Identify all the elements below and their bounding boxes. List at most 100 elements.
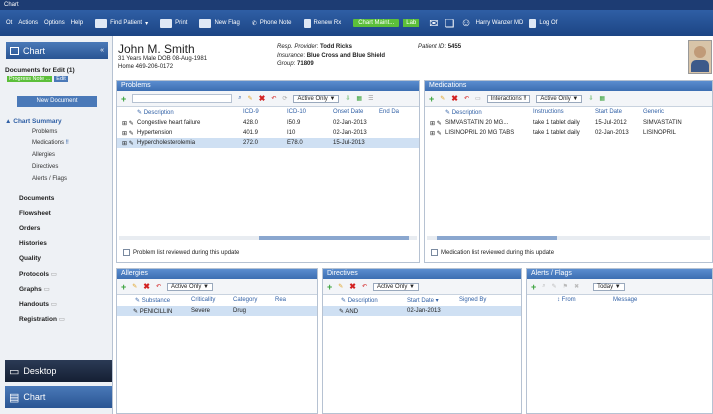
edit-icon[interactable]: ✎: [552, 283, 557, 290]
logout-button[interactable]: Log Of: [529, 18, 557, 28]
col-message[interactable]: Message: [613, 297, 673, 303]
medications-filter-dropdown[interactable]: Active Only ▼: [536, 94, 583, 103]
nav-protocols[interactable]: Protocols ▭: [19, 270, 57, 278]
col-description[interactable]: ✎ Description: [137, 109, 243, 116]
edit-icon[interactable]: ✎: [338, 283, 343, 290]
table-row[interactable]: ⊞ ✎ LISINOPRIL 20 MG TABS take 1 tablet …: [425, 128, 712, 138]
search-icon[interactable]: ⌕: [542, 283, 545, 290]
expand-icon[interactable]: ⊞ ✎: [122, 130, 137, 137]
new-document-button[interactable]: New Document: [17, 96, 97, 107]
doc-edit-button[interactable]: Edit: [54, 76, 68, 82]
summary-item-problems[interactable]: Problems: [32, 129, 57, 135]
user-icon[interactable]: ☺: [460, 17, 471, 29]
add-icon[interactable]: +: [121, 282, 126, 292]
interactions-button[interactable]: Interactions ‼: [486, 94, 531, 103]
col-from[interactable]: ↕ From: [557, 297, 613, 303]
flag-icon[interactable]: ⚑: [563, 283, 568, 290]
checkbox[interactable]: [431, 249, 438, 256]
print-button[interactable]: Print: [160, 18, 187, 28]
nav-flowsheet[interactable]: Flowsheet: [19, 210, 51, 217]
table-row-selected[interactable]: ⊞ ✎ Hypercholesterolemia 272.0 E78.0 15-…: [117, 138, 419, 148]
delete-icon[interactable]: ✖: [451, 94, 458, 103]
columns-icon[interactable]: ▦: [356, 95, 362, 102]
nav-graphs[interactable]: Graphs ▭: [19, 285, 50, 293]
chart-summary-link[interactable]: ▲ Chart Summary: [5, 118, 62, 125]
undo-icon[interactable]: ↶: [156, 283, 161, 290]
chart-maint-button[interactable]: Chart Maint...: [353, 19, 400, 27]
bottom-nav-chart[interactable]: ▤ Chart: [5, 386, 112, 408]
columns-icon[interactable]: ▦: [599, 95, 605, 102]
nav-documents[interactable]: Documents: [19, 195, 54, 202]
pharmacy-icon[interactable]: ▭: [475, 95, 481, 102]
summary-item-allergies[interactable]: Allergies: [32, 152, 55, 158]
col-substance[interactable]: ✎ Substance: [135, 297, 191, 304]
col-signed-by[interactable]: Signed By: [459, 297, 505, 304]
problems-search-input[interactable]: [132, 94, 233, 103]
add-icon[interactable]: +: [429, 94, 434, 104]
menu-item-help[interactable]: Help: [71, 20, 83, 26]
col-description[interactable]: ✎ Description: [445, 109, 533, 116]
table-row[interactable]: ⊞ ✎ SIMVASTATIN 20 MG... take 1 tablet d…: [425, 118, 712, 128]
phone-note-button[interactable]: ✆ Phone Note: [252, 20, 292, 27]
col-start-date[interactable]: Start Date: [595, 109, 643, 116]
col-reaction[interactable]: Rea: [275, 297, 295, 304]
refresh-icon[interactable]: ⟳: [282, 95, 287, 102]
problems-filter-dropdown[interactable]: Active Only ▼: [293, 94, 340, 103]
delete-icon[interactable]: ✖: [349, 282, 356, 291]
col-start-date[interactable]: Start Date ▾: [407, 297, 459, 304]
doc-badge[interactable]: Progress Note ...: [7, 76, 53, 82]
col-icd10[interactable]: ICD-10: [287, 109, 333, 116]
undo-icon[interactable]: ↶: [271, 95, 276, 102]
alerts-filter-dropdown[interactable]: Today ▼: [593, 282, 625, 291]
lab-button[interactable]: Lab: [403, 19, 420, 27]
edit-icon[interactable]: ✎: [132, 283, 137, 290]
col-onset-date[interactable]: Onset Date: [333, 109, 379, 116]
col-generic[interactable]: Generic: [643, 109, 693, 116]
checkbox[interactable]: [123, 249, 130, 256]
menu-item[interactable]: Ot: [6, 20, 12, 26]
nav-handouts[interactable]: Handouts ▭: [19, 300, 57, 308]
col-description[interactable]: ✎ Description: [341, 297, 407, 304]
add-icon[interactable]: +: [531, 282, 536, 292]
messages-icon[interactable]: ❏: [444, 17, 454, 30]
problems-horizontal-scrollbar[interactable]: [119, 236, 417, 240]
table-row[interactable]: ⊞ ✎ Hypertension 401.9 I10 02-Jan-2013: [117, 128, 419, 138]
renew-rx-button[interactable]: Renew Rx: [303, 18, 341, 28]
nav-registration[interactable]: Registration ▭: [19, 315, 65, 323]
add-icon[interactable]: +: [121, 94, 126, 104]
expand-icon[interactable]: ⊞ ✎: [430, 120, 445, 127]
expand-icon[interactable]: ⊞ ✎: [430, 130, 445, 137]
summary-item-directives[interactable]: Directives: [32, 164, 58, 170]
sort-icon[interactable]: ⇩: [588, 95, 593, 102]
medications-horizontal-scrollbar[interactable]: [427, 236, 710, 240]
scroll-thumb[interactable]: [259, 236, 409, 240]
collapse-icon[interactable]: «: [100, 47, 104, 54]
col-icd9[interactable]: ICD-9: [243, 109, 287, 116]
nav-quality[interactable]: Quality: [19, 255, 41, 262]
col-end-date[interactable]: End Da: [379, 109, 409, 116]
nav-histories[interactable]: Histories: [19, 240, 47, 247]
list-icon[interactable]: ☰: [368, 95, 373, 102]
summary-item-medications[interactable]: Medications ‼: [32, 140, 69, 146]
problems-reviewed-checkbox[interactable]: Problem list reviewed during this update: [123, 249, 239, 256]
allergies-filter-dropdown[interactable]: Active Only ▼: [167, 282, 213, 291]
undo-icon[interactable]: ↶: [362, 283, 367, 290]
nav-orders[interactable]: Orders: [19, 225, 40, 232]
expand-icon[interactable]: ⊞ ✎: [122, 140, 137, 147]
summary-item-alerts[interactable]: Alerts / Flags: [32, 176, 67, 182]
table-row[interactable]: ⊞ ✎ Congestive heart failure 428.0 I50.9…: [117, 118, 419, 128]
search-icon[interactable]: ⌕: [238, 95, 241, 102]
table-row-selected[interactable]: ✎ AND 02-Jan-2013: [323, 306, 521, 316]
add-icon[interactable]: +: [327, 282, 332, 292]
delete-icon[interactable]: ✖: [259, 94, 266, 103]
col-category[interactable]: Category: [233, 297, 275, 304]
table-row-selected[interactable]: ✎ PENICILLIN Severe Drug: [117, 306, 317, 316]
delete-icon[interactable]: ✖: [143, 282, 150, 291]
menu-item-actions[interactable]: Actions: [18, 20, 38, 26]
sidebar-chart-header[interactable]: Chart «: [6, 42, 108, 59]
expand-icon[interactable]: ⊞ ✎: [122, 120, 137, 127]
edit-icon[interactable]: ✎: [248, 95, 253, 102]
sort-icon[interactable]: ⇩: [345, 95, 350, 102]
medications-reviewed-checkbox[interactable]: Medication list reviewed during this upd…: [431, 249, 554, 256]
col-criticality[interactable]: Criticality: [191, 297, 233, 304]
